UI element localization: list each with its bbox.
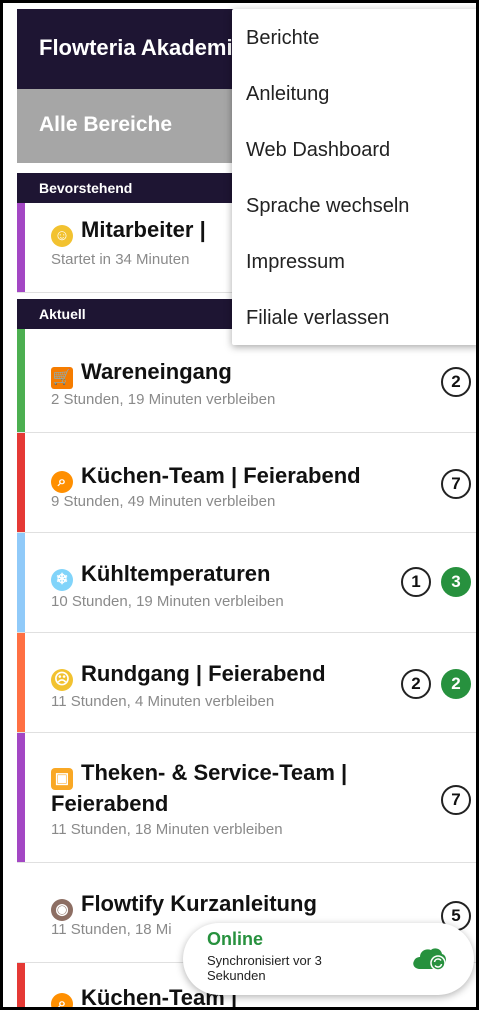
task-title: ☺ Mitarbeiter | <box>51 217 206 247</box>
task-subtitle: 11 Stunden, 18 Minuten verbleiben <box>51 821 283 838</box>
task-color-stripe <box>17 963 25 1007</box>
task-subtitle: 10 Stunden, 19 Minuten verbleiben <box>51 593 284 610</box>
menu-item-berichte[interactable]: Berichte <box>246 27 319 50</box>
shopping-cart-emoji-icon: 🛒 <box>51 367 73 389</box>
magnifier-emoji-icon: ⌕ <box>51 471 73 493</box>
task-subtitle: 11 Stunden, 4 Minuten verbleiben <box>51 693 275 710</box>
menu-item-web-dashboard[interactable]: Web Dashboard <box>246 139 390 162</box>
open-count-badge: 2 <box>441 367 471 397</box>
magnifier-emoji-icon: ⌕ <box>51 993 73 1007</box>
open-count-badge: 7 <box>441 785 471 815</box>
cloud-sync-icon <box>413 948 446 971</box>
task-color-stripe <box>17 633 25 732</box>
task-item[interactable]: ▣ Theken- & Service-Team | Feierabend 11 … <box>17 733 476 863</box>
menu-item-change-language[interactable]: Sprache wechseln <box>246 195 409 218</box>
task-title: 🛒 Wareneingang <box>51 359 232 389</box>
menu-item-impressum[interactable]: Impressum <box>246 251 345 274</box>
overflow-menu: Berichte Anleitung Web Dashboard Sprache… <box>232 9 476 345</box>
app-title: Flowteria Akademie <box>39 35 245 60</box>
done-count-badge: 2 <box>441 669 471 699</box>
open-count-badge: 2 <box>401 669 431 699</box>
snowflake-emoji-icon: ❄ <box>51 569 73 591</box>
task-title-text: Rundgang | Feierabend <box>81 661 326 686</box>
task-item[interactable]: ☹ Rundgang | Feierabend 11 Stunden, 4 Min… <box>17 633 476 733</box>
task-color-stripe <box>17 433 25 532</box>
menu-item-leave-branch[interactable]: Filiale verlassen <box>246 307 389 330</box>
task-subtitle: Startet in 34 Minuten <box>51 251 190 268</box>
task-color-stripe <box>17 733 25 862</box>
sleepy-face-emoji-icon: ☹ <box>51 669 73 691</box>
open-count-badge: 7 <box>441 469 471 499</box>
menu-item-anleitung[interactable]: Anleitung <box>246 83 329 106</box>
sync-status-label: Online <box>207 929 264 949</box>
task-title: ❄ Kühltemperaturen <box>51 561 270 591</box>
screen-frame: Flowteria Akademie Alle Bereiche Bevorst… <box>0 0 479 1010</box>
task-color-stripe <box>17 329 25 432</box>
task-subtitle: 11 Stunden, 18 Mi <box>51 921 172 938</box>
task-title: ☹ Rundgang | Feierabend <box>51 661 326 691</box>
sync-detail-text: Synchronisiert vor 3 Sekunden <box>207 953 322 983</box>
open-count-badge: 1 <box>401 567 431 597</box>
task-title-text: Flowtify Kurzanleitung <box>81 891 317 916</box>
task-color-stripe <box>17 533 25 632</box>
section-label-upcoming: Bevorstehend <box>39 180 133 196</box>
sync-status-pill[interactable]: Online Synchronisiert vor 3 Sekunden <box>183 923 474 995</box>
task-title-text: Küchen-Team | Feierabend <box>81 463 361 488</box>
task-color-stripe <box>17 863 25 962</box>
task-subtitle: 2 Stunden, 19 Minuten verbleiben <box>51 391 276 408</box>
area-filter-label: Alle Bereiche <box>39 113 173 136</box>
task-title: ⌕ Küchen-Team | Feierabend <box>51 463 361 493</box>
task-title-text: Theken- & Service-Team | Feierabend <box>51 760 348 816</box>
task-title: ▣ Theken- & Service-Team | Feierabend <box>51 759 411 818</box>
halo-smiley-emoji-icon: ☺ <box>51 225 73 247</box>
task-title: ◉ Flowtify Kurzanleitung <box>51 891 317 921</box>
task-title-text: Mitarbeiter | <box>81 217 206 242</box>
task-title-text: Wareneingang <box>81 359 232 384</box>
done-count-badge: 3 <box>441 567 471 597</box>
task-subtitle: 9 Stunden, 49 Minuten verbleiben <box>51 493 276 510</box>
task-color-stripe <box>17 203 25 292</box>
task-title-text: Kühltemperaturen <box>81 561 271 586</box>
task-item[interactable]: ❄ Kühltemperaturen 10 Stunden, 19 Minuten… <box>17 533 476 633</box>
section-label-current: Aktuell <box>39 306 86 322</box>
beer-mug-emoji-icon: ▣ <box>51 768 73 790</box>
see-no-evil-monkey-emoji-icon: ◉ <box>51 899 73 921</box>
task-item[interactable]: ⌕ Küchen-Team | Feierabend 9 Stunden, 49 … <box>17 433 476 533</box>
